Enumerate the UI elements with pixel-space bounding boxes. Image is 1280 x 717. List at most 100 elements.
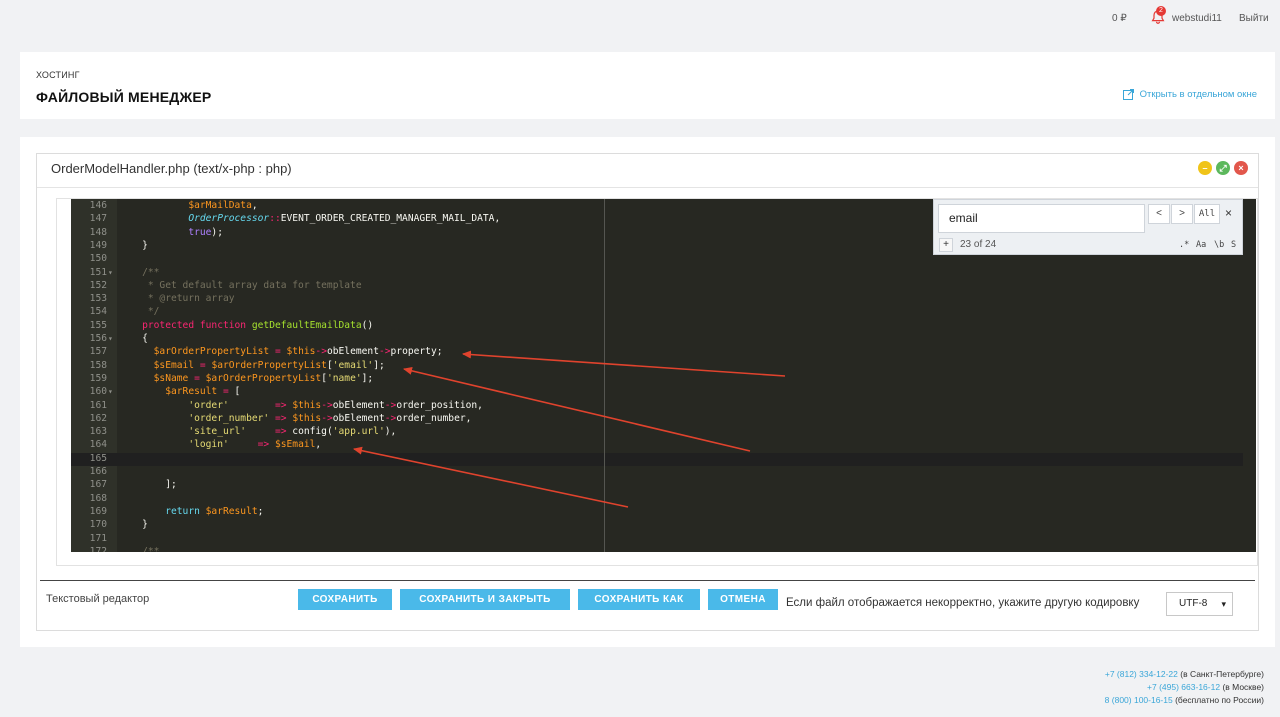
line-number: 150: [89, 253, 107, 265]
search-all-button[interactable]: All: [1194, 204, 1220, 224]
phone-city: (в Москве): [1222, 681, 1264, 692]
save-and-close-button[interactable]: СОХРАНИТЬ И ЗАКРЫТЬ: [400, 589, 570, 610]
notification-badge: 2: [1156, 6, 1166, 16]
fold-icon[interactable]: ▾: [108, 266, 113, 279]
phone-city: (в Санкт-Петербурге): [1180, 669, 1264, 679]
code-line[interactable]: 155 protected function getDefaultEmailDa…: [71, 319, 1256, 332]
code-line[interactable]: 164 'login' => $sEmail,: [71, 438, 1256, 451]
external-link-icon: [1122, 89, 1134, 100]
code-line[interactable]: 152 * Get default array data for templat…: [71, 279, 1256, 292]
code-text: protected function getDefaultEmailData(): [142, 319, 374, 331]
code-line[interactable]: 163 'site_url' => config('app.url'),: [71, 425, 1256, 438]
code-text: 'order_number' => $this->obElement->orde…: [188, 412, 472, 424]
line-number: 152: [89, 279, 107, 291]
line-number: 170: [89, 519, 107, 531]
save-as-button[interactable]: СОХРАНИТЬ КАК: [578, 589, 700, 610]
phone-city: (бесплатно по России): [1175, 694, 1264, 705]
fold-icon[interactable]: ▾: [108, 385, 113, 398]
code-text: ];: [119, 479, 177, 491]
phone-link[interactable]: 8 (800) 100-16-15: [1105, 695, 1173, 705]
code-text: }: [119, 519, 148, 531]
code-text: 'site_url' => config('app.url'),: [188, 426, 397, 438]
code-line[interactable]: 170 }: [71, 518, 1256, 531]
code-line[interactable]: 171: [71, 532, 1256, 545]
case-option[interactable]: Aa: [1196, 238, 1206, 252]
code-line[interactable]: 165: [71, 452, 1256, 465]
file-title: OrderModelHandler.php (text/x-php : php): [51, 161, 292, 176]
line-number: 164: [89, 439, 107, 451]
line-number: 159: [89, 372, 107, 384]
search-next-button[interactable]: >: [1171, 204, 1193, 224]
code-line[interactable]: 159 $sName = $arOrderPropertyList['name'…: [71, 372, 1256, 385]
code-line[interactable]: 161 'order' => $this->obElement->order_p…: [71, 399, 1256, 412]
regex-option[interactable]: .*: [1179, 238, 1189, 252]
encoding-select[interactable]: UTF-8 ▾: [1166, 592, 1233, 616]
code-line[interactable]: 154 */: [71, 305, 1256, 318]
phone-link[interactable]: +7 (812) 334-12-22: [1105, 669, 1178, 679]
line-number: 168: [89, 492, 107, 504]
whole-word-option[interactable]: \b: [1214, 238, 1224, 252]
code-line[interactable]: 172 /**: [71, 545, 1256, 552]
code-text: * @return array: [119, 293, 235, 305]
line-number: 163: [89, 426, 107, 438]
close-icon[interactable]: ×: [1234, 161, 1248, 175]
line-number: 166: [89, 466, 107, 477]
line-number: 172: [89, 545, 107, 552]
phone-link[interactable]: +7 (495) 663-16-12: [1147, 682, 1220, 692]
code-line[interactable]: 168: [71, 492, 1256, 505]
line-number: 147: [89, 213, 107, 225]
search-input[interactable]: email: [938, 204, 1145, 233]
code-text: 'login' => $sEmail,: [188, 439, 322, 451]
search-close-icon[interactable]: ×: [1225, 206, 1232, 220]
replace-toggle-button[interactable]: +: [939, 238, 953, 252]
code-text: $arResult = [: [165, 386, 241, 398]
selection-option[interactable]: S: [1231, 238, 1236, 252]
code-line[interactable]: 169 return $arResult;: [71, 505, 1256, 518]
code-line[interactable]: 158 $sEmail = $arOrderPropertyList['emai…: [71, 359, 1256, 372]
line-number: 148: [89, 226, 107, 238]
breadcrumb[interactable]: ХОСТИНГ: [36, 70, 80, 80]
maximize-icon[interactable]: ⤢: [1216, 161, 1230, 175]
line-number: 146: [89, 200, 107, 211]
code-line[interactable]: 160 ▾ $arResult = [: [71, 385, 1256, 398]
line-number: 161: [89, 399, 107, 411]
code-text: $arOrderPropertyList = $this->obElement-…: [153, 346, 443, 358]
search-prev-button[interactable]: <: [1148, 204, 1170, 224]
open-new-window-label: Открыть в отдельном окне: [1139, 89, 1257, 100]
code-line[interactable]: 153 * @return array: [71, 292, 1256, 305]
balance[interactable]: 0 ₽: [1112, 13, 1127, 24]
code-text: $sName = $arOrderPropertyList['name'];: [153, 372, 374, 384]
code-line[interactable]: 166: [71, 465, 1256, 478]
minimize-icon[interactable]: –: [1198, 161, 1212, 175]
line-number: 171: [89, 532, 107, 544]
logout-link[interactable]: Выйти: [1239, 13, 1269, 24]
chevron-down-icon: ▾: [1221, 599, 1226, 609]
code-text: /**: [142, 266, 160, 278]
code-text: /**: [142, 545, 160, 552]
line-number: 153: [89, 293, 107, 305]
open-new-window-link[interactable]: Открыть в отдельном окне: [1122, 89, 1257, 100]
page-header: ХОСТИНГ ФАЙЛОВЫЙ МЕНЕДЖЕР Открыть в отде…: [20, 52, 1275, 119]
save-button[interactable]: СОХРАНИТЬ: [298, 589, 392, 610]
code-line[interactable]: 167 ];: [71, 478, 1256, 491]
code-line[interactable]: 151 ▾ /**: [71, 266, 1256, 279]
code-line[interactable]: 157 $arOrderPropertyList = $this->obElem…: [71, 345, 1256, 358]
encoding-value: UTF-8: [1179, 598, 1208, 609]
search-box: email < > All × + 23 of 24 .* Aa \b S: [933, 199, 1243, 255]
line-number: 154: [89, 306, 107, 318]
line-number: 155: [89, 319, 107, 331]
code-line[interactable]: 162 'order_number' => $this->obElement->…: [71, 412, 1256, 425]
line-number: 158: [89, 359, 107, 371]
code-text: * Get default array data for template: [119, 279, 362, 291]
editor-mode-label: Текстовый редактор: [46, 593, 150, 605]
code-line[interactable]: 156 ▾ {: [71, 332, 1256, 345]
code-text: }: [119, 239, 148, 251]
line-number: 169: [89, 505, 107, 517]
window-controls: – ⤢ ×: [1198, 161, 1248, 175]
code-text: */: [119, 306, 160, 318]
line-number: 162: [89, 412, 107, 424]
fold-icon[interactable]: ▾: [108, 332, 113, 345]
user-name[interactable]: webstudi11: [1172, 13, 1222, 24]
cancel-button[interactable]: ОТМЕНА: [708, 589, 778, 610]
code-text: 'order' => $this->obElement->order_posit…: [188, 399, 483, 411]
